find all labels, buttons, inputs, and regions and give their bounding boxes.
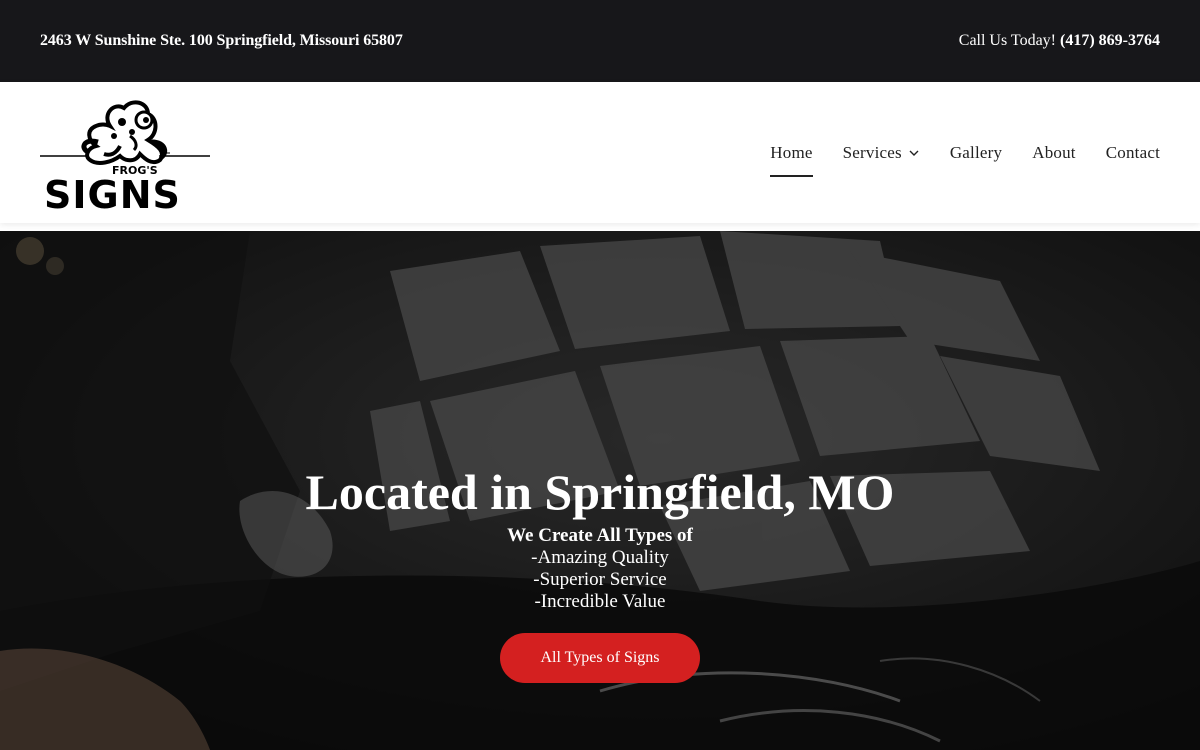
nav-item-gallery[interactable]: Gallery [950, 135, 1002, 171]
hero-content: Located in Springfield, MO We Create All… [0, 461, 1200, 683]
nav-label-contact: Contact [1105, 142, 1160, 162]
site-header: FROG'S SIGNS Home Services Gallery About… [0, 82, 1200, 223]
hero-line-quality: -Amazing Quality [531, 547, 669, 568]
phone-prefix: Call Us Today! [958, 32, 1057, 49]
nav-item-contact[interactable]: Contact [1106, 135, 1160, 171]
all-types-of-signs-button[interactable]: All Types of Signs [500, 633, 700, 683]
site-logo[interactable]: FROG'S SIGNS [40, 96, 212, 214]
svg-text:SIGNS: SIGNS [44, 173, 181, 214]
nav-label-home: Home [770, 142, 813, 162]
nav-label-gallery: Gallery [949, 142, 1003, 162]
nav-item-about[interactable]: About [1032, 135, 1076, 171]
nav-item-home[interactable]: Home [770, 135, 813, 177]
nav-item-services[interactable]: Services [843, 135, 920, 171]
main-nav: Home Services Gallery About Contact [770, 135, 1160, 177]
hero-title: Located in Springfield, MO [305, 464, 895, 520]
hero-line-service: -Superior Service [533, 569, 667, 590]
top-bar: 2463 W Sunshine Ste. 100 Springfield, Mi… [0, 0, 1200, 82]
chevron-down-icon [909, 150, 919, 156]
hero-subtitle: We Create All Types of [507, 525, 693, 546]
nav-label-about: About [1032, 142, 1076, 162]
phone-info: Call Us Today! (417) 869-3764 [959, 32, 1160, 50]
phone-number-link[interactable]: (417) 869-3764 [1060, 32, 1160, 50]
nav-label-services: Services [842, 142, 902, 162]
address-text: 2463 W Sunshine Ste. 100 Springfield, Mi… [40, 32, 403, 49]
hero-section: Located in Springfield, MO We Create All… [0, 231, 1200, 750]
frog-icon: FROG'S SIGNS [40, 99, 210, 214]
hero-line-value: -Incredible Value [534, 591, 666, 612]
